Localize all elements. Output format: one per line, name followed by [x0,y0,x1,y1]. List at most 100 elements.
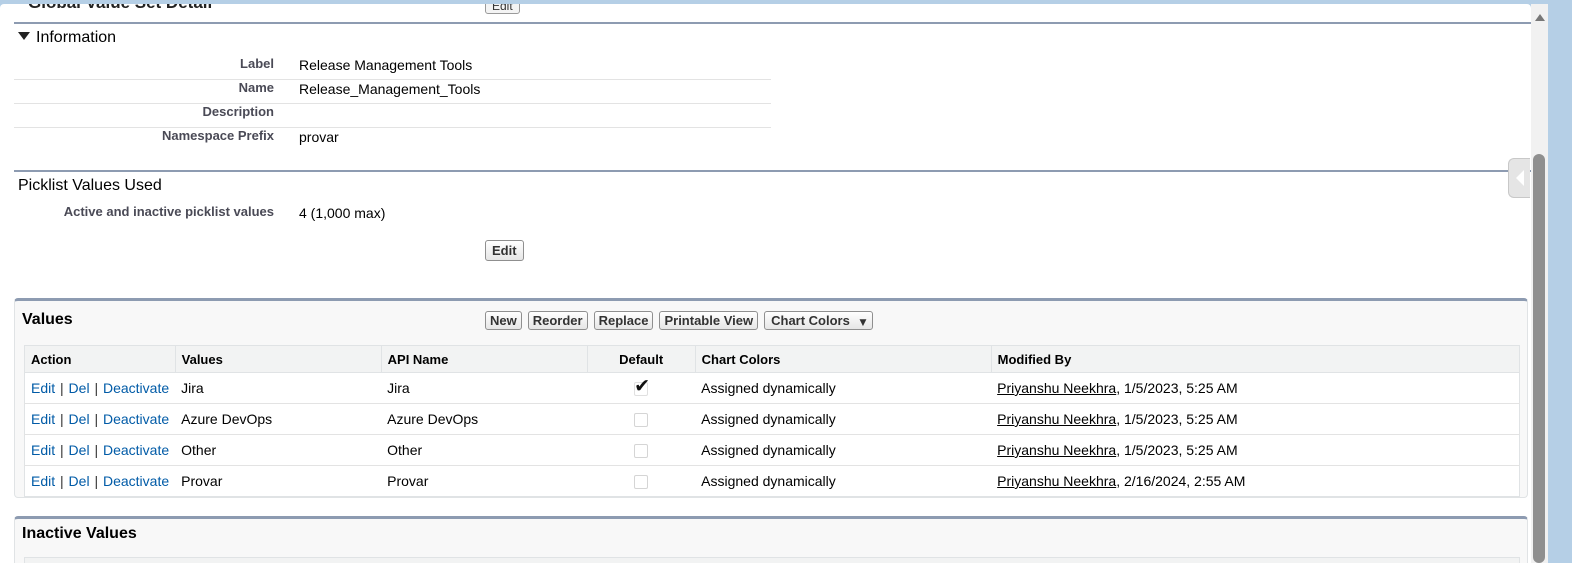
deactivate-link[interactable]: Deactivate [103,473,169,489]
chart-color-cell: Assigned dynamically [695,403,992,435]
separator: | [94,411,99,427]
column-header-values[interactable]: Values [175,345,382,373]
field-label: Active and inactive picklist values [63,204,274,219]
api-name-cell: Provar [387,473,429,489]
default-cell [587,434,696,466]
section-divider [14,22,1531,24]
modified-by-cell: Priyanshu Neekhra, 1/5/2023, 5:25 AM [991,434,1520,466]
table-row: Edit | Del | Deactivate Provar Provar As… [25,466,1520,497]
edit-link[interactable]: Edit [31,411,55,427]
modified-by-cell: Priyanshu Neekhra, 1/5/2023, 5:25 AM [991,372,1520,404]
field-label: Description [202,104,274,119]
column-header-default[interactable]: Default [587,345,696,373]
checked-checkbox-icon [634,375,650,397]
printable-view-button[interactable]: Printable View [659,311,759,330]
collapse-triangle-icon[interactable] [18,32,30,41]
deactivate-link[interactable]: Deactivate [103,380,169,396]
unchecked-checkbox-icon [634,413,649,428]
reorder-button[interactable]: Reorder [527,311,588,330]
del-link[interactable]: Del [69,473,90,489]
separator: | [94,380,99,396]
deactivate-link[interactable]: Deactivate [103,411,169,427]
column-header-chart-colors[interactable]: Chart Colors [695,345,992,373]
del-link[interactable]: Del [69,411,90,427]
detail-page: Global Value Set Detail Edit Information… [0,4,1531,563]
chart-colors-label: Chart Colors [771,313,850,328]
scroll-up-arrow-icon[interactable] [1535,14,1545,21]
value-cell: Jira [175,372,382,404]
edit-link[interactable]: Edit [31,380,55,396]
top-edit-button[interactable]: Edit [485,4,520,14]
modified-date: , 1/5/2023, 5:25 AM [1116,411,1238,427]
chart-color-cell: Assigned dynamically [695,434,992,466]
edit-link[interactable]: Edit [31,442,55,458]
dropdown-arrow-icon: ▼ [859,318,867,328]
api-name-cell: Jira [381,372,588,404]
separator: | [60,411,64,427]
api-name-cell: Other [381,434,588,466]
separator: | [60,380,64,396]
default-cell [587,372,696,404]
field-label: Namespace Prefix [161,128,274,143]
deactivate-link[interactable]: Deactivate [103,442,169,458]
information-section-header[interactable]: Information [18,29,116,47]
page-title: Global Value Set Detail [28,4,212,13]
field-label: Name [238,80,274,95]
inactive-values-table [24,557,1520,563]
picklist-section-title: Picklist Values Used [18,177,162,194]
modified-by-cell: Priyanshu Neekhra, 2/16/2024, 2:55 AM [991,466,1519,497]
separator: | [60,442,64,458]
action-cell: Edit | Del | Deactivate [24,372,176,404]
table-header-row: Action Values API Name Default Chart Col… [24,345,1520,373]
action-cell: Edit | Del | Deactivate [25,466,176,497]
detail-row-label: Label Release Management Tools [14,56,771,80]
sidebar-toggle-tab[interactable] [1508,158,1530,198]
inactive-values-title: Inactive Values [22,525,137,542]
edit-button[interactable]: Edit [485,240,524,261]
detail-row-description: Description [14,104,771,128]
page-background-edge [1548,0,1572,563]
values-toolbar: New Reorder Replace Printable View Chart… [485,311,874,330]
user-link[interactable]: Priyanshu Neekhra [997,442,1116,458]
detail-row-namespace: Namespace Prefix provar [14,128,771,152]
column-header-modified-by[interactable]: Modified By [991,345,1520,373]
value-cell: Provar [181,473,223,489]
column-header-api-name[interactable]: API Name [381,345,588,373]
default-cell [587,403,696,435]
collapse-left-icon [1516,170,1524,186]
table-row: Edit | Del | Deactivate Azure DevOps Azu… [24,403,1520,435]
default-cell [587,466,695,497]
information-title: Information [36,29,117,46]
api-name-cell: Azure DevOps [381,403,588,435]
new-button[interactable]: New [485,311,522,330]
replace-button[interactable]: Replace [593,311,654,330]
field-value: Release Management Tools [299,57,473,73]
modified-by-cell: Priyanshu Neekhra, 1/5/2023, 5:25 AM [991,403,1520,435]
action-cell: Edit | Del | Deactivate [24,403,176,435]
separator: | [60,473,64,489]
user-link[interactable]: Priyanshu Neekhra [997,411,1116,427]
edit-link[interactable]: Edit [31,473,55,489]
unchecked-checkbox-icon [634,475,649,490]
separator: | [94,473,99,489]
del-link[interactable]: Del [69,380,90,396]
value-cell: Other [175,434,382,466]
chart-color-cell: Assigned dynamically [695,372,992,404]
separator: | [94,442,99,458]
user-link[interactable]: Priyanshu Neekhra [997,473,1116,489]
user-link[interactable]: Priyanshu Neekhra [997,380,1116,396]
modified-date: , 1/5/2023, 5:25 AM [1116,442,1238,458]
unchecked-checkbox-icon [634,444,649,459]
vertical-scrollbar[interactable] [1531,4,1548,563]
values-table: Action Values API Name Default Chart Col… [24,345,1520,497]
inactive-values-panel: Inactive Values [14,516,1528,563]
modified-date: , 2/16/2024, 2:55 AM [1116,473,1246,489]
column-header-action: Action [24,345,176,373]
values-panel: Values New Reorder Replace Printable Vie… [14,298,1528,498]
value-cell: Azure DevOps [175,403,382,435]
field-value: Release_Management_Tools [299,81,481,97]
del-link[interactable]: Del [69,442,90,458]
field-label: Label [240,56,274,71]
chart-colors-dropdown[interactable]: Chart Colors ▼ [764,311,874,330]
scrollbar-thumb[interactable] [1533,154,1545,563]
